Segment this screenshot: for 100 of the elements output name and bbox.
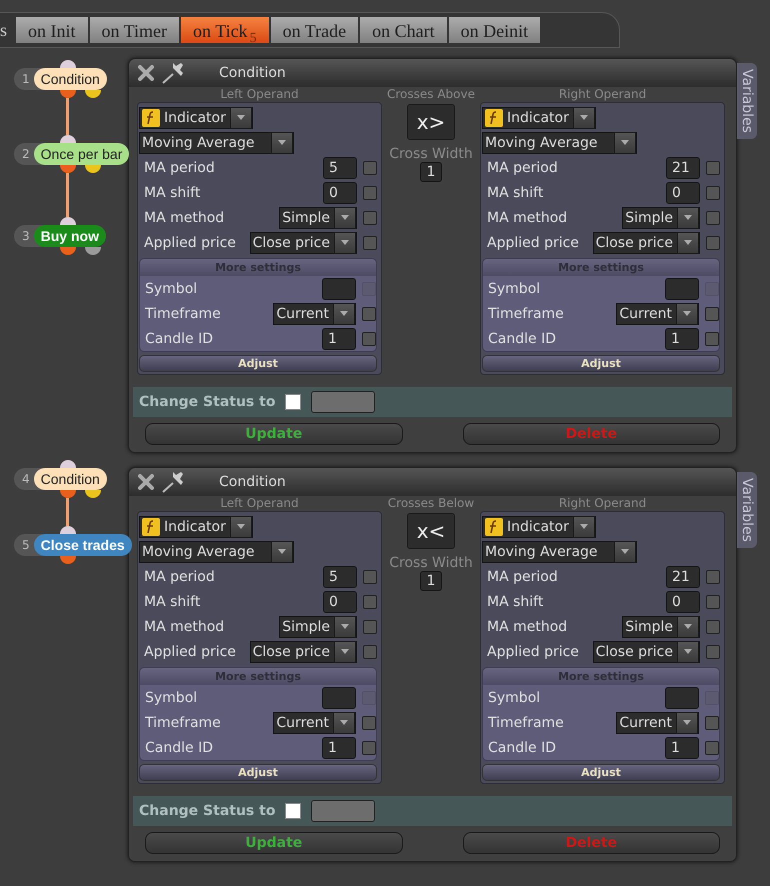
- dropdown[interactable]: Current: [616, 302, 699, 324]
- checkbox[interactable]: [706, 160, 720, 174]
- number-field[interactable]: 1: [322, 328, 356, 350]
- output-port[interactable]: [85, 247, 101, 255]
- adjust-button[interactable]: Adjust: [139, 764, 377, 781]
- number-field[interactable]: [665, 686, 699, 708]
- output-port[interactable]: [60, 165, 76, 173]
- update-button[interactable]: Update: [145, 423, 402, 445]
- checkbox[interactable]: [363, 644, 377, 658]
- source-dropdown[interactable]: Indicator: [139, 106, 253, 128]
- output-port[interactable]: [85, 165, 101, 173]
- dropdown[interactable]: Current: [273, 712, 356, 734]
- number-field[interactable]: [322, 686, 356, 708]
- checkbox[interactable]: [363, 594, 377, 608]
- operator-button[interactable]: x<: [407, 513, 455, 549]
- moving-average-dropdown[interactable]: Moving Average: [482, 132, 637, 154]
- flow-node[interactable]: Once per bar: [34, 143, 130, 165]
- tab[interactable]: on Chart: [360, 17, 447, 43]
- dropdown[interactable]: Simple: [622, 206, 700, 228]
- tab[interactable]: on Init: [16, 17, 88, 43]
- tab[interactable]: on Timer: [90, 17, 180, 43]
- number-field[interactable]: 21: [666, 156, 700, 178]
- number-field[interactable]: 21: [666, 566, 700, 588]
- checkbox[interactable]: [706, 620, 720, 634]
- number-field[interactable]: 0: [323, 182, 357, 204]
- cross-width-field[interactable]: 1: [420, 571, 442, 591]
- checkbox[interactable]: [706, 186, 720, 200]
- checkbox[interactable]: [705, 306, 719, 320]
- number-field[interactable]: [665, 278, 699, 300]
- number-field[interactable]: 0: [666, 590, 700, 612]
- dropdown[interactable]: Close price: [250, 232, 357, 254]
- close-icon[interactable]: [137, 64, 155, 82]
- output-port[interactable]: [60, 247, 76, 255]
- input-port[interactable]: [60, 135, 76, 143]
- dropdown[interactable]: Simple: [279, 206, 357, 228]
- dropdown[interactable]: Simple: [279, 616, 357, 638]
- output-port[interactable]: [60, 490, 76, 498]
- status-field[interactable]: [311, 391, 376, 413]
- checkbox[interactable]: [362, 332, 376, 346]
- number-field[interactable]: 1: [322, 736, 356, 758]
- output-port[interactable]: [60, 556, 76, 564]
- checkbox[interactable]: [363, 620, 377, 634]
- number-field[interactable]: 0: [323, 590, 357, 612]
- number-field[interactable]: 0: [666, 182, 700, 204]
- flow-node[interactable]: Close trades: [34, 534, 132, 556]
- adjust-button[interactable]: Adjust: [482, 764, 720, 781]
- moving-average-dropdown[interactable]: Moving Average: [139, 540, 294, 562]
- source-dropdown[interactable]: Indicator: [482, 106, 596, 128]
- status-checkbox[interactable]: [285, 394, 302, 410]
- checkbox[interactable]: [705, 716, 719, 730]
- flow-node[interactable]: Buy now: [34, 225, 106, 247]
- moving-average-dropdown[interactable]: Moving Average: [482, 540, 637, 562]
- number-field[interactable]: 5: [323, 566, 357, 588]
- dropdown[interactable]: Simple: [622, 616, 700, 638]
- checkbox[interactable]: [706, 644, 720, 658]
- output-port[interactable]: [85, 490, 101, 498]
- checkbox[interactable]: [363, 236, 377, 250]
- status-checkbox[interactable]: [285, 803, 302, 819]
- dropdown[interactable]: Close price: [250, 640, 357, 662]
- checkbox[interactable]: [362, 716, 376, 730]
- output-port[interactable]: [60, 90, 76, 98]
- checkbox[interactable]: [706, 570, 720, 584]
- variables-tab[interactable]: Variables: [737, 63, 757, 139]
- input-port[interactable]: [60, 526, 76, 534]
- close-icon[interactable]: [137, 473, 155, 491]
- source-dropdown[interactable]: Indicator: [482, 516, 596, 538]
- checkbox[interactable]: [363, 186, 377, 200]
- checkbox[interactable]: [706, 236, 720, 250]
- checkbox[interactable]: [362, 306, 376, 320]
- flow-node[interactable]: Condition: [34, 68, 107, 90]
- moving-average-dropdown[interactable]: Moving Average: [139, 132, 294, 154]
- input-port[interactable]: [60, 460, 76, 468]
- number-field[interactable]: 1: [665, 736, 699, 758]
- variables-tab[interactable]: Variables: [737, 472, 757, 548]
- input-port[interactable]: [60, 217, 76, 225]
- checkbox[interactable]: [706, 594, 720, 608]
- checkbox[interactable]: [706, 210, 720, 224]
- output-port[interactable]: [85, 90, 101, 98]
- cross-width-field[interactable]: 1: [420, 162, 442, 182]
- checkbox[interactable]: [705, 332, 719, 346]
- checkbox[interactable]: [363, 570, 377, 584]
- number-field[interactable]: 1: [665, 328, 699, 350]
- checkbox[interactable]: [363, 160, 377, 174]
- dropdown[interactable]: Current: [616, 712, 699, 734]
- number-field[interactable]: 5: [323, 156, 357, 178]
- number-field[interactable]: [322, 278, 356, 300]
- adjust-button[interactable]: Adjust: [482, 355, 720, 372]
- checkbox[interactable]: [705, 740, 719, 754]
- tab[interactable]: on Deinit: [448, 17, 540, 43]
- operator-button[interactable]: x>: [407, 104, 455, 140]
- update-button[interactable]: Update: [145, 832, 402, 854]
- checkbox[interactable]: [362, 740, 376, 754]
- checkbox[interactable]: [363, 210, 377, 224]
- flow-node[interactable]: Condition: [34, 468, 107, 490]
- source-dropdown[interactable]: Indicator: [139, 516, 253, 538]
- tab[interactable]: on Trade: [270, 17, 358, 43]
- status-field[interactable]: [311, 800, 376, 822]
- dropdown[interactable]: Current: [273, 302, 356, 324]
- adjust-button[interactable]: Adjust: [139, 355, 377, 372]
- dropdown[interactable]: Close price: [592, 640, 700, 662]
